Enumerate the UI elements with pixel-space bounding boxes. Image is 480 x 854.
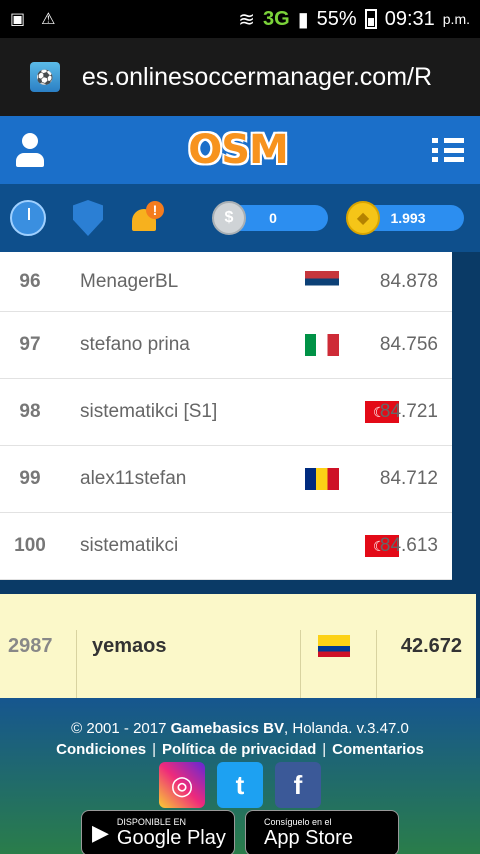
manager-profile-icon[interactable] (16, 133, 44, 167)
link-separator: | (152, 741, 157, 758)
row-points: 84.756 (379, 334, 438, 355)
facebook-icon[interactable]: f (275, 762, 321, 808)
row-rank: 98 (19, 401, 41, 422)
copyright-suffix: , Holanda. v.3.47.0 (284, 720, 409, 737)
company-name: Gamebasics BV (170, 720, 285, 737)
url-text[interactable]: es.onlinesoccermanager.com/R (82, 63, 480, 92)
footer-links: Condiciones | Política de privacidad | Comen… (0, 741, 480, 758)
silver-coin-icon: $ (212, 201, 246, 235)
app-store-label: App Store (264, 826, 353, 849)
row-points: 84.613 (379, 535, 438, 556)
row-name: MenagerBL (80, 270, 179, 292)
privacy-link[interactable]: Política de privacidad (162, 741, 316, 758)
user-name: yemaos (92, 634, 167, 657)
row-rank: 99 (19, 468, 41, 489)
google-play-small-text: DISPONIBLE EN (116, 816, 186, 827)
instagram-icon[interactable]: ◎ (159, 762, 205, 808)
ranking-list: 96 MenagerBL 84.878 97 stefano prina 84.… (0, 252, 452, 580)
row-rank: 100 (14, 535, 46, 556)
table-row[interactable]: 98 sistematikci [S1] 84.721 (0, 379, 452, 446)
gold-coin-icon: ◆ (346, 201, 380, 235)
alert-badge: ! (146, 201, 164, 219)
row-points: 84.712 (379, 468, 438, 489)
network-type: 3G (262, 7, 290, 30)
clock-icon[interactable] (10, 200, 46, 236)
app-header: OSM (0, 116, 480, 184)
table-row[interactable]: 100 sistematikci 84.613 (0, 513, 452, 580)
wifi-icon: ≋ (238, 8, 255, 31)
row-name: sistematikci (80, 535, 179, 556)
user-points: 42.672 (400, 634, 462, 657)
google-play-button[interactable]: ▶ DISPONIBLE EN Google Play (81, 810, 235, 854)
site-favicon-icon: ⚽ (30, 62, 60, 92)
table-row[interactable]: 96 MenagerBL 84.878 (0, 252, 452, 312)
app-store-button[interactable]: Consíguelo en el App Store (245, 810, 399, 854)
shield-icon[interactable] (73, 200, 103, 236)
romania-flag-icon (305, 468, 339, 490)
table-row[interactable]: 99 alex11stefan 84.712 (0, 446, 452, 513)
link-separator: | (322, 741, 327, 758)
battery-icon (364, 9, 377, 29)
terms-link[interactable]: Condiciones (56, 741, 146, 758)
comments-link[interactable]: Comentarios (332, 741, 424, 758)
twitter-icon[interactable]: t (217, 762, 263, 808)
google-play-icon: ▶ (92, 820, 109, 845)
social-links: ◎ t f (0, 762, 480, 808)
browser-url-bar[interactable]: ⚽ es.onlinesoccermanager.com/R (0, 38, 480, 116)
row-points: 84.721 (379, 401, 438, 422)
row-rank: 97 (19, 334, 41, 355)
row-name: stefano prina (80, 334, 190, 355)
divider (376, 630, 377, 698)
colombia-flag-icon (318, 635, 350, 657)
menu-list-icon[interactable] (432, 138, 464, 162)
copyright-prefix: © 2001 - 2017 (71, 720, 171, 737)
serbia-flag-icon (305, 270, 339, 293)
user-rank: 2987 (8, 634, 53, 657)
clock-time: 09:31 (384, 7, 435, 30)
store-badges: ▶ DISPONIBLE EN Google Play Consíguelo e… (0, 810, 480, 854)
warning-icon: ⚠ (41, 11, 56, 28)
gallery-icon: ▣ (10, 11, 26, 28)
current-user-row[interactable]: 2987 yemaos 42.672 (0, 594, 476, 698)
app-store-small-text: Consíguelo en el (264, 816, 332, 827)
osm-logo[interactable]: OSM (188, 127, 289, 173)
signal-icon: ▮ (297, 8, 309, 31)
row-points: 84.878 (379, 270, 438, 292)
notification-bell-icon[interactable]: ! (130, 201, 164, 235)
footer: © 2001 - 2017 Gamebasics BV, Holanda. v.… (0, 698, 480, 854)
battery-percent: 55% (316, 7, 357, 30)
row-name: alex11stefan (80, 468, 187, 489)
status-bar: ▣ ⚠ ≋ 3G ▮ 55% 09:31 p.m. (0, 0, 480, 38)
google-play-label: Google Play (116, 826, 226, 849)
row-rank: 96 (19, 270, 41, 292)
copyright-text: © 2001 - 2017 Gamebasics BV, Holanda. v.… (0, 720, 480, 737)
row-name: sistematikci [S1] (80, 401, 218, 422)
divider (300, 630, 301, 698)
italy-flag-icon (305, 334, 339, 356)
divider (76, 630, 77, 698)
table-row[interactable]: 97 stefano prina 84.756 (0, 312, 452, 379)
clock-ampm: p.m. (442, 11, 470, 27)
